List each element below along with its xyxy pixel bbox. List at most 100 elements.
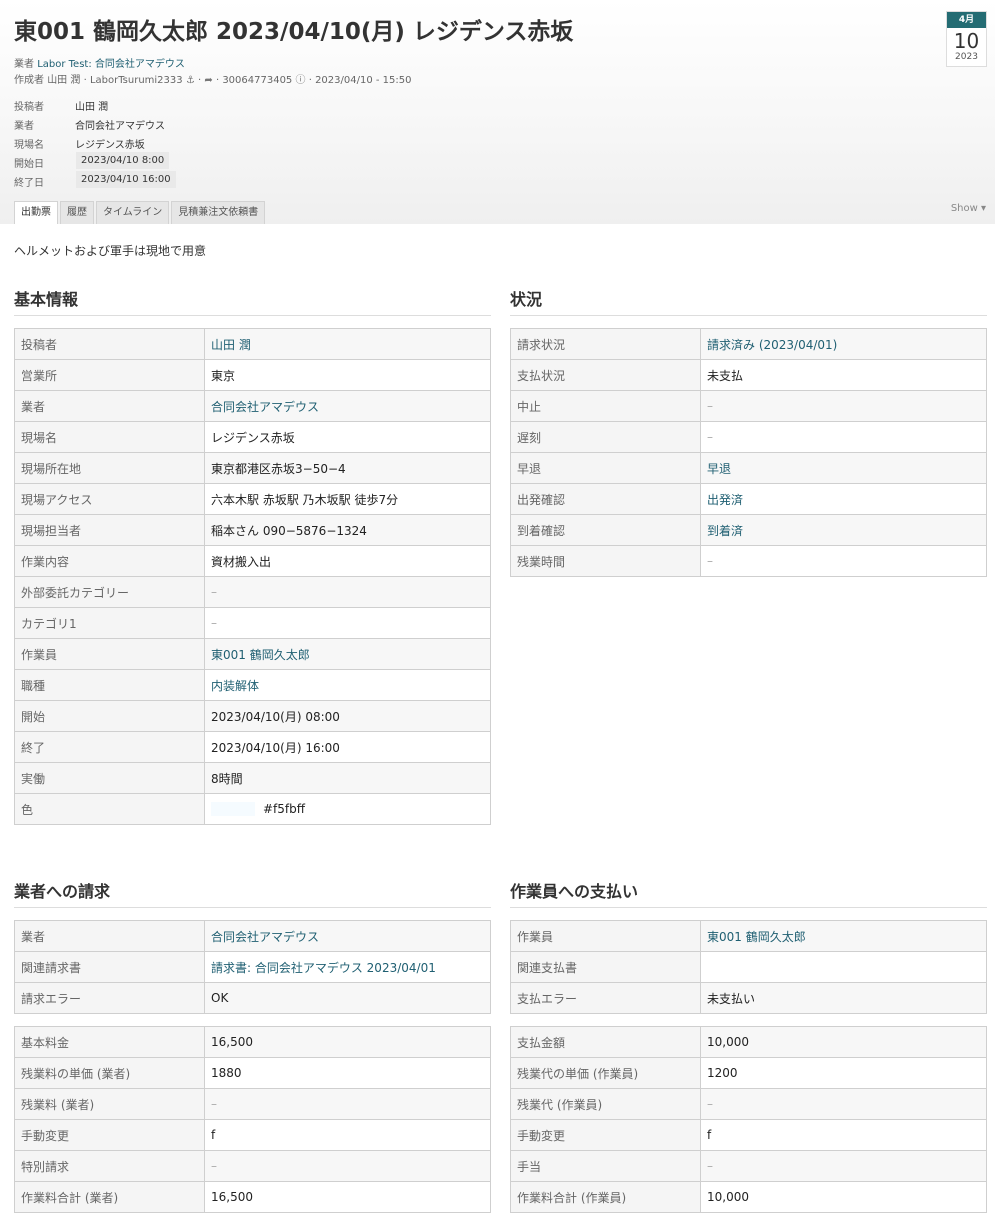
table-row: 現場名 レジデンス赤坂 <box>14 421 491 453</box>
meta-value[interactable]: 山田 潤 <box>75 98 108 113</box>
table-row: 現場アクセス 六本木駅 赤坂駅 乃木坂駅 徒歩7分 <box>14 483 491 515</box>
share-icon[interactable]: ➦ <box>204 75 212 86</box>
field-label: 作業内容 <box>14 545 205 577</box>
field-label: 開始 <box>14 700 205 732</box>
page-title: 東001 鶴岡久太郎 2023/04/10(月) レジデンス赤坂 <box>14 19 574 45</box>
field-value: – <box>700 390 987 422</box>
field-label: 手動変更 <box>14 1119 205 1151</box>
meta-value[interactable]: 合同会社アマデウス <box>75 117 165 132</box>
author-line: 作成者 山田 潤 · LaborTsurumi2333 ⚓ · ➦ · 3006… <box>14 75 412 86</box>
section-worker-payment: 作業員への支払い 作業員 東001 鶴岡久太郎 関連支払書 支払エラー 未支払い 支払金… <box>510 878 987 1213</box>
field-value[interactable]: 合同会社アマデウス <box>204 920 491 952</box>
calendar-year: 2023 <box>955 52 978 62</box>
table-row: 残業代の単価 (作業員) 1200 <box>510 1057 987 1089</box>
show-toggle[interactable]: Show ▾ <box>951 203 986 214</box>
vendor-label: 業者 <box>14 59 34 70</box>
field-label: 実働 <box>14 762 205 794</box>
field-value: 1880 <box>204 1057 491 1089</box>
section-basic-info: 基本情報 投稿者 山田 潤営業所 東京 業者 合同会社アマデウス 現場名 レジデンス赤坂 現場… <box>14 286 491 825</box>
table-row: 作業内容 資材搬入出 <box>14 545 491 577</box>
field-value: f <box>204 1119 491 1151</box>
table-row: 外部委託カテゴリー – <box>14 576 491 608</box>
field-label: 支払金額 <box>510 1026 701 1058</box>
field-value: 8時間 <box>204 762 491 794</box>
author-label: 作成者 <box>14 75 44 86</box>
field-value[interactable]: 内装解体 <box>204 669 491 701</box>
author-name: 山田 潤 <box>47 75 81 86</box>
field-label: 特別請求 <box>14 1150 205 1182</box>
field-value: 未支払い <box>700 982 987 1014</box>
calendar-month: 4月 <box>947 12 986 28</box>
field-value[interactable]: 請求済み (2023/04/01) <box>700 328 987 360</box>
field-label: 現場所在地 <box>14 452 205 484</box>
field-value: 2023/04/10(月) 08:00 <box>204 700 491 732</box>
field-value: 資材搬入出 <box>204 545 491 577</box>
field-value[interactable]: 早退 <box>700 452 987 484</box>
field-label: 外部委託カテゴリー <box>14 576 205 608</box>
table-row: 残業料 (業者) – <box>14 1088 491 1120</box>
table-row: 残業料の単価 (業者) 1880 <box>14 1057 491 1089</box>
field-value[interactable]: 東001 鶴岡久太郎 <box>700 920 987 952</box>
field-value <box>700 951 987 983</box>
date-calendar-badge: 4月 10 2023 <box>946 11 987 67</box>
table-row: 現場担当者 稲本さん 090−5876−1324 <box>14 514 491 546</box>
tab-1[interactable]: 履歴 <box>60 201 94 224</box>
table-row: 手動変更 f <box>510 1119 987 1151</box>
field-value[interactable]: 山田 潤 <box>204 328 491 360</box>
payment-table-amounts: 支払金額 10,000 残業代の単価 (作業員) 1200 残業代 (作業員) – 手動変更… <box>510 1026 987 1213</box>
table-row: 関連支払書 <box>510 951 987 983</box>
meta-value: レジデンス赤坂 <box>75 140 145 151</box>
tab-3[interactable]: 見積兼注文依頼書 <box>171 201 266 224</box>
field-value: 1200 <box>700 1057 987 1089</box>
field-label: 残業代 (作業員) <box>510 1088 701 1120</box>
field-value[interactable]: 請求書: 合同会社アマデウス 2023/04/01 <box>204 951 491 983</box>
meta-value: 2023/04/10 16:00 <box>76 171 176 188</box>
field-label: 残業代の単価 (作業員) <box>510 1057 701 1089</box>
field-label: 職種 <box>14 669 205 701</box>
field-value[interactable]: 合同会社アマデウス <box>204 390 491 422</box>
field-label: 残業料 (業者) <box>14 1088 205 1120</box>
table-row: 中止 – <box>510 390 987 422</box>
table-row: 手当 – <box>510 1150 987 1182</box>
field-value[interactable]: 出発済 <box>700 483 987 515</box>
table-row: 業者 合同会社アマデウス <box>14 920 491 952</box>
field-value: 東京 <box>204 359 491 391</box>
field-label: 中止 <box>510 390 701 422</box>
field-value[interactable]: 到着済 <box>700 514 987 546</box>
tab-2[interactable]: タイムライン <box>96 201 170 224</box>
tab-0[interactable]: 出勤票 <box>14 201 58 224</box>
field-value: – <box>700 421 987 453</box>
table-row: 作業員 東001 鶴岡久太郎 <box>510 920 987 952</box>
table-row: 開始 2023/04/10(月) 08:00 <box>14 700 491 732</box>
meta-key: 業者 <box>14 121 34 132</box>
field-label: 支払エラー <box>510 982 701 1014</box>
field-value: 16,500 <box>204 1026 491 1058</box>
field-label: 終了 <box>14 731 205 763</box>
record-id: 30064773405 <box>222 75 293 86</box>
section-title: 作業員への支払い <box>510 882 639 901</box>
field-value: 10,000 <box>700 1181 987 1213</box>
field-value: – <box>700 1150 987 1182</box>
created-at: 2023/04/10 - 15:50 <box>315 75 412 86</box>
info-icon[interactable]: ⓘ <box>296 75 306 86</box>
table-row: 基本料金 16,500 <box>14 1026 491 1058</box>
field-value: OK <box>204 982 491 1014</box>
vendor-link[interactable]: Labor Test: 合同会社アマデウス <box>37 59 185 70</box>
table-row: 出発確認 出発済 <box>510 483 987 515</box>
field-label: 現場担当者 <box>14 514 205 546</box>
record-header: 東001 鶴岡久太郎 2023/04/10(月) レジデンス赤坂 業者 Labo… <box>0 0 995 224</box>
billing-table-amounts: 基本料金 16,500 残業料の単価 (業者) 1880 残業料 (業者) – 手動変更 f 特… <box>14 1026 491 1213</box>
field-label: 作業員 <box>14 638 205 670</box>
anchor-icon[interactable]: ⚓ <box>186 75 195 86</box>
table-row: 支払状況 未支払 <box>510 359 987 391</box>
field-value: – <box>204 1088 491 1120</box>
field-value: – <box>700 545 987 577</box>
field-label: 請求状況 <box>510 328 701 360</box>
field-label: 手当 <box>510 1150 701 1182</box>
table-row: 現場所在地 東京都港区赤坂3−50−4 <box>14 452 491 484</box>
record-tabs: 出勤票 履歴 タイムライン 見積兼注文依頼書 <box>14 201 267 224</box>
field-value[interactable]: 東001 鶴岡久太郎 <box>204 638 491 670</box>
field-label: 色 <box>14 793 205 825</box>
meta-key: 開始日 <box>14 159 44 170</box>
basic-info-table: 投稿者 山田 潤営業所 東京 業者 合同会社アマデウス 現場名 レジデンス赤坂 現場所在地 東京… <box>14 328 491 825</box>
